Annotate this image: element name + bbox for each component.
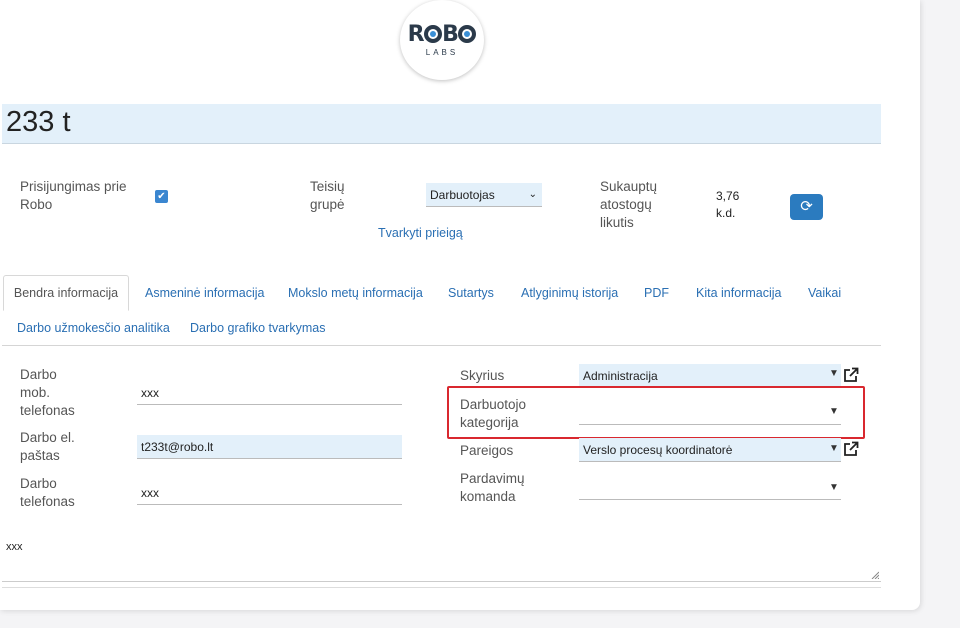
manage-access-link[interactable]: Tvarkyti prieigą xyxy=(378,226,463,240)
notes-text: xxx xyxy=(6,541,23,553)
employee-name-field[interactable]: 233 t xyxy=(2,104,881,144)
mobile-phone-input[interactable]: xxx xyxy=(137,381,402,405)
tab-personal-info[interactable]: Asmeninė informacija xyxy=(145,286,265,300)
tab-pdf[interactable]: PDF xyxy=(644,286,669,300)
work-phone-label: Darbo telefonas xyxy=(20,476,75,509)
rights-group-label: Teisių grupė xyxy=(310,179,345,212)
email-input[interactable]: t233t@robo.lt xyxy=(137,435,402,459)
tab-general-info[interactable]: Bendra informacija xyxy=(3,275,129,311)
employee-name: 233 t xyxy=(6,106,71,138)
logo-sub-text: LABS xyxy=(425,47,459,57)
tab-children[interactable]: Vaikai xyxy=(808,286,841,300)
caret-down-icon: ▼ xyxy=(829,443,839,454)
robolabs-logo: RB LABS xyxy=(400,0,484,80)
rights-group-select[interactable]: Darbuotojas ⌄ xyxy=(426,183,542,207)
highlight-box xyxy=(447,386,865,439)
mobile-phone-label: Darbo mob. telefonas xyxy=(20,367,75,418)
department-value: Administracija xyxy=(583,369,658,383)
login-label: Prisijungimas prie Robo xyxy=(20,179,127,212)
position-label: Pareigos xyxy=(460,443,514,458)
tab-school-year-info[interactable]: Mokslo metų informacija xyxy=(288,286,423,300)
chevron-down-icon: ⌄ xyxy=(528,189,537,200)
tab-payroll-analytics[interactable]: Darbo užmokesčio analitika xyxy=(17,321,170,335)
rights-group-value: Darbuotojas xyxy=(430,188,495,202)
caret-down-icon: ▼ xyxy=(829,368,839,379)
sales-team-label: Pardavimų komanda xyxy=(460,471,525,504)
external-link-icon[interactable] xyxy=(843,441,859,457)
position-select[interactable]: Verslo procesų koordinatorė xyxy=(579,438,841,462)
refresh-button[interactable]: ⟳ xyxy=(790,194,823,220)
vacation-value: 3,76 k.d. xyxy=(716,189,740,220)
external-link-icon[interactable] xyxy=(843,367,859,383)
tabs-divider xyxy=(2,345,881,346)
department-label: Skyrius xyxy=(460,368,505,383)
caret-down-icon: ▼ xyxy=(829,482,839,493)
employee-form-sheet: RB LABS 233 t Prisijungimas prie Robo ✔ … xyxy=(0,0,920,610)
sales-team-select[interactable] xyxy=(579,476,841,500)
vacation-label: Sukauptų atostogų likutis xyxy=(600,179,658,230)
logo-main-text: RB xyxy=(408,23,477,46)
tab-schedule-management[interactable]: Darbo grafiko tvarkymas xyxy=(190,321,325,335)
resize-handle-icon[interactable] xyxy=(871,571,879,579)
tab-contracts[interactable]: Sutartys xyxy=(448,286,494,300)
tab-other-info[interactable]: Kita informacija xyxy=(696,286,781,300)
email-label: Darbo el. paštas xyxy=(20,430,75,463)
login-checkbox[interactable]: ✔ xyxy=(155,190,168,203)
notes-textarea[interactable]: xxx xyxy=(2,530,881,582)
tab-salary-history[interactable]: Atlyginimų istorija xyxy=(521,286,618,300)
refresh-icon: ⟳ xyxy=(800,198,813,215)
position-value: Verslo procesų koordinatorė xyxy=(583,443,733,457)
department-select[interactable]: Administracija xyxy=(579,364,841,388)
bottom-divider xyxy=(2,587,881,588)
work-phone-input[interactable]: xxx xyxy=(137,481,402,505)
